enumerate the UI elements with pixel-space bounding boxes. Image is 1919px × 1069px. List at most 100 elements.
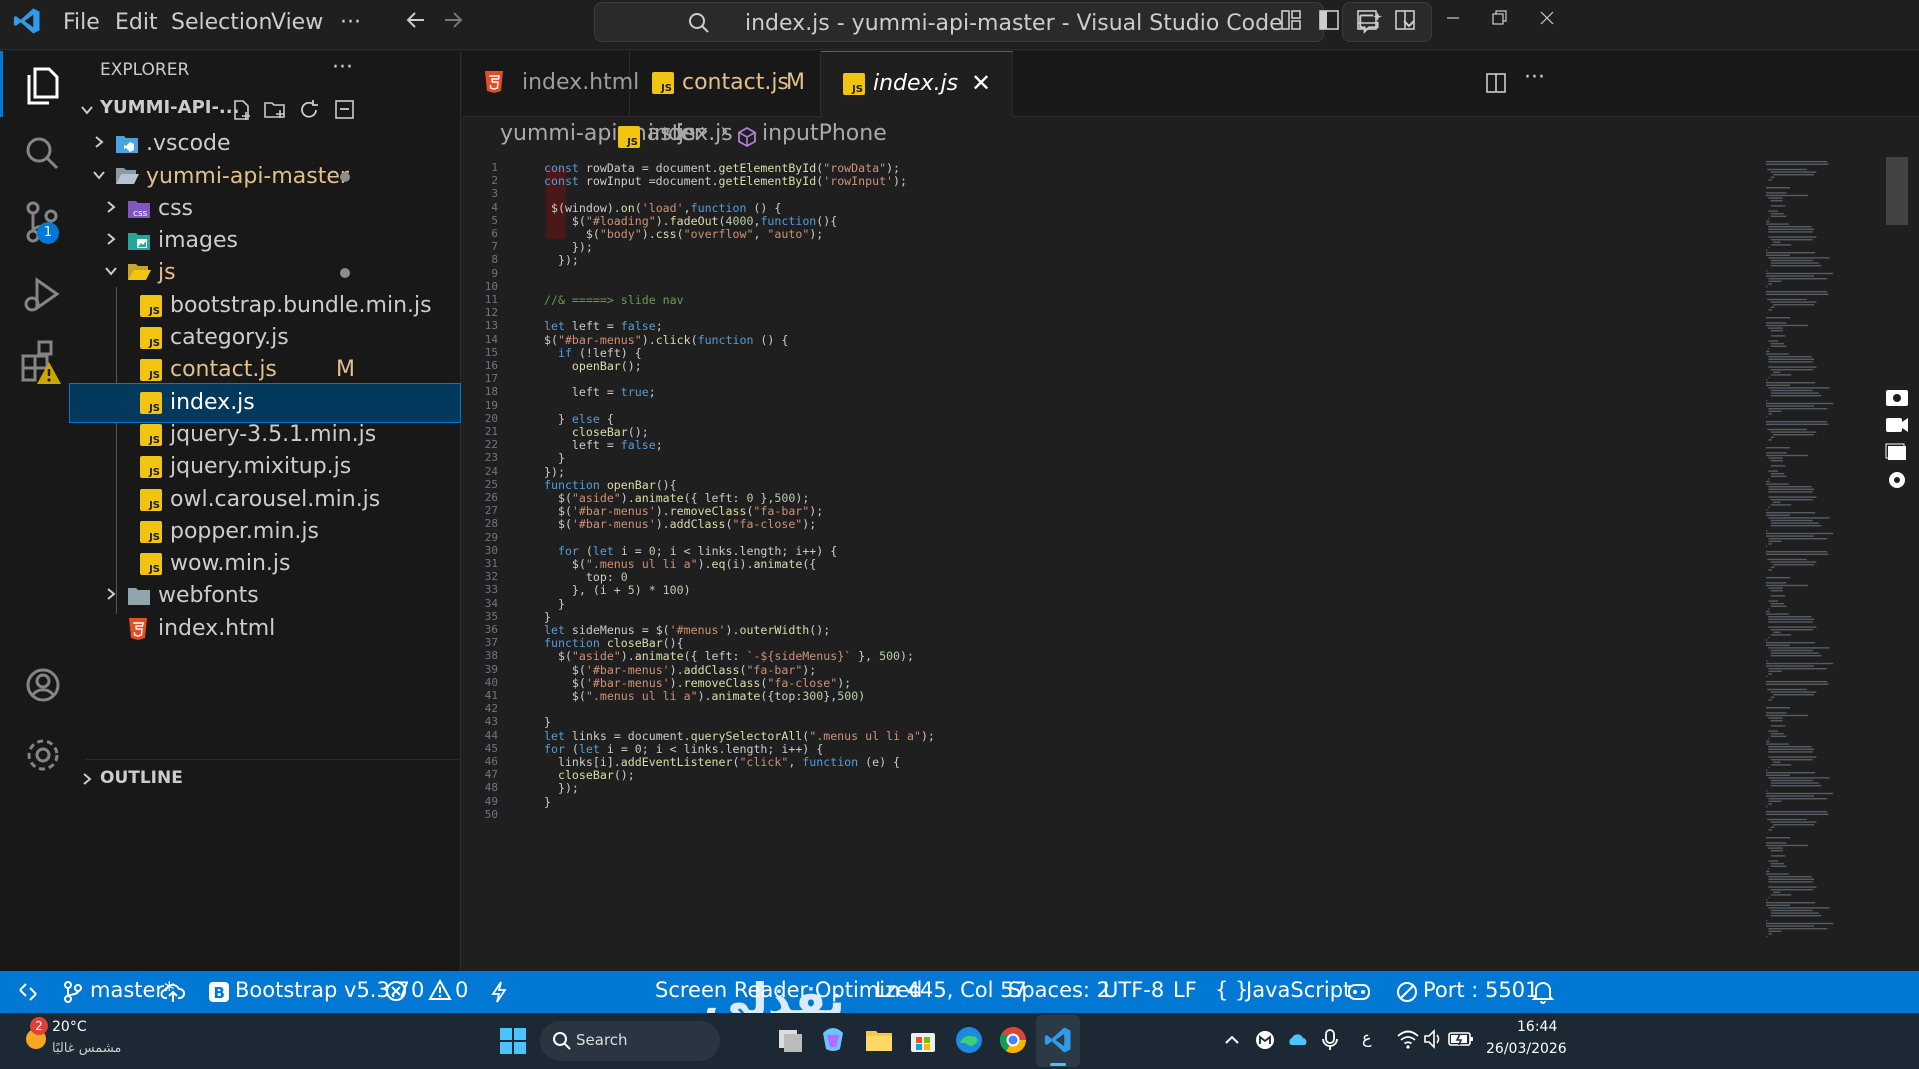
outline-section[interactable]: OUTLINE (83, 759, 460, 797)
code-editor[interactable]: 1 const rowData = document.getElementById… (462, 157, 1762, 971)
js-file-icon: JS (140, 327, 162, 349)
line-number: 41 (484, 689, 498, 702)
cursor-position[interactable]: Ln 445, Col 57 (875, 978, 1027, 1002)
toggle-secondary-sidebar-icon[interactable] (1393, 8, 1417, 32)
active-app-indicator (1050, 1063, 1066, 1066)
code-line: const rowData = document.getElementById(… (544, 161, 901, 175)
onedrive-tray-icon[interactable] (1287, 1029, 1309, 1051)
error-count[interactable]: 0 (411, 978, 424, 1002)
customize-layout-icon[interactable] (1279, 8, 1303, 32)
cloud-sync-icon[interactable] (160, 980, 186, 1004)
command-center[interactable]: index.js - yummi-api-master - Visual Stu… (594, 2, 1324, 42)
chevron-right-icon (83, 773, 92, 785)
breadcrumb: yummi-api-master › js › JS index.js › in… (462, 117, 1919, 157)
toggle-panel-icon[interactable] (1355, 8, 1379, 32)
back-arrow-icon[interactable] (404, 8, 428, 32)
forward-arrow-icon[interactable] (441, 8, 465, 32)
toggle-sidebar-icon[interactable] (1317, 8, 1341, 32)
tree-label: wow.min.js (170, 551, 291, 576)
warning-badge-icon (37, 362, 61, 384)
battery-charging-icon[interactable] (1448, 1029, 1474, 1049)
microphone-icon[interactable] (1320, 1028, 1340, 1052)
window-title: index.js - yummi-api-master - Visual Stu… (745, 11, 1283, 36)
new-file-icon[interactable] (230, 98, 254, 122)
search-icon[interactable] (15, 126, 71, 182)
windows-start-icon[interactable] (499, 1027, 527, 1055)
live-server-port[interactable]: Port : 5501 (1423, 978, 1539, 1002)
collapse-all-icon[interactable] (333, 98, 357, 122)
lightning-icon[interactable] (489, 980, 509, 1004)
run-debug-icon[interactable] (15, 266, 71, 322)
code-line: } (544, 451, 565, 466)
refresh-icon[interactable] (297, 98, 321, 122)
menu-more[interactable]: ··· (340, 10, 361, 35)
menu-edit[interactable]: Edit (115, 10, 158, 35)
code-line: for (let i = 0; i < links.length; i++) { (544, 741, 824, 756)
close-window-icon[interactable] (1537, 8, 1557, 28)
microsoft-store-icon[interactable] (908, 1025, 938, 1055)
line-number: 46 (484, 755, 498, 768)
taskbar-search[interactable]: Search (540, 1021, 720, 1061)
wifi-icon[interactable] (1396, 1028, 1420, 1050)
minimize-icon[interactable] (1443, 8, 1463, 28)
input-language[interactable]: ع (1362, 1028, 1372, 1047)
chevron-up-icon[interactable] (1223, 1031, 1241, 1049)
settings-gear-icon[interactable] (15, 727, 71, 783)
port-icon (1397, 982, 1417, 1002)
line-number: 12 (484, 306, 498, 320)
copilot-icon[interactable] (1346, 979, 1372, 1005)
tree-file-index-html[interactable]: index.html (86, 610, 460, 648)
new-folder-icon[interactable] (263, 98, 287, 122)
chrome-browser-icon[interactable] (998, 1025, 1028, 1055)
error-icon (386, 981, 406, 1001)
explorer-icon[interactable] (15, 57, 71, 113)
end-of-line[interactable]: LF (1173, 978, 1197, 1002)
breadcrumb-symbol[interactable]: inputPhone (762, 121, 887, 146)
volume-icon[interactable] (1422, 1028, 1446, 1050)
tab-index-html[interactable]: index.html (462, 51, 639, 117)
explorer-more-button[interactable]: ··· (332, 55, 353, 80)
notifications-bell-icon[interactable] (1531, 979, 1555, 1005)
tab-index-js[interactable]: JS index.js ✕ (821, 51, 1013, 117)
tab-close-button[interactable]: ✕ (971, 69, 991, 97)
bootstrap-version[interactable]: Bootstrap v5.3.7 (235, 978, 410, 1002)
task-view-icon[interactable] (776, 1025, 806, 1055)
indentation[interactable]: Spaces: 2 (1008, 978, 1110, 1002)
file-encoding[interactable]: UTF-8 (1103, 978, 1164, 1002)
activity-bar: 1 (0, 51, 86, 971)
js-file-icon: JS (140, 392, 162, 414)
weather-temp[interactable]: 20°C (52, 1019, 87, 1035)
chevron-right-icon: › (720, 119, 729, 144)
code-line: function closeBar(){ (544, 636, 684, 651)
menu-selection[interactable]: Selection (171, 10, 272, 35)
account-icon[interactable] (15, 657, 71, 713)
menu-file[interactable]: File (63, 10, 100, 35)
clock-date[interactable]: 26/03/2026 (1486, 1041, 1567, 1057)
js-file-icon: JS (140, 521, 162, 543)
minimap[interactable] (1762, 157, 1872, 971)
restore-icon[interactable] (1489, 8, 1509, 28)
edge-browser-icon[interactable] (954, 1025, 984, 1055)
chevron-right-icon (107, 588, 116, 600)
remote-icon[interactable] (16, 980, 40, 1004)
code-line: }); (544, 240, 593, 255)
menu-view[interactable]: View (271, 10, 323, 35)
clock-time[interactable]: 16:44 (1517, 1019, 1557, 1035)
copilot-app-icon[interactable] (818, 1025, 848, 1055)
line-number: 4 (491, 200, 498, 214)
code-line: let left = false; (544, 319, 663, 334)
workspace-root[interactable]: YUMMI-API-... (81, 91, 460, 129)
scrollbar-thumb[interactable] (1886, 157, 1908, 225)
editor-more-button[interactable]: ··· (1524, 65, 1545, 90)
tab-contact-js[interactable]: JS contact.js M (630, 51, 821, 117)
file-explorer-icon[interactable] (864, 1025, 894, 1055)
code-line: const rowInput =document.getElementById(… (544, 174, 908, 189)
split-editor-icon[interactable] (1484, 71, 1508, 95)
vscode-taskbar-button[interactable] (1036, 1015, 1080, 1067)
language-mode[interactable]: JavaScript (1246, 978, 1351, 1002)
gmail-tray-icon[interactable] (1254, 1029, 1276, 1051)
vscode-folder-icon (116, 136, 138, 153)
warning-count[interactable]: 0 (455, 978, 468, 1002)
windows-taskbar: 2 20°C مشمس غالبًا Search ع 16:44 26/03/… (0, 1013, 1919, 1069)
line-number: 17 (484, 372, 498, 386)
